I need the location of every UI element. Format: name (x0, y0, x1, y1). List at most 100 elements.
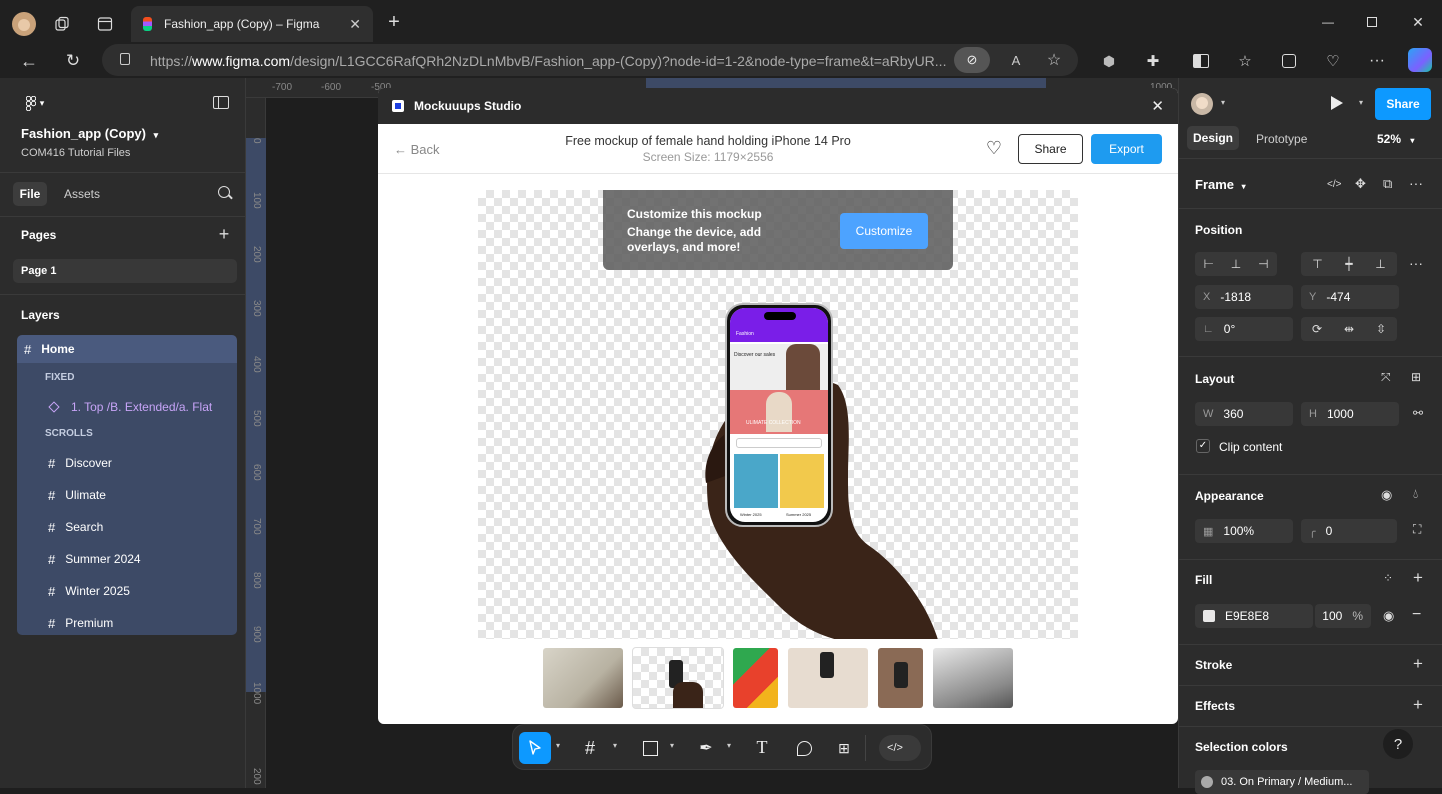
actions-tool-icon[interactable]: ⊞ (833, 737, 855, 759)
height-field[interactable]: H 1000 (1301, 402, 1399, 426)
text-tool-icon[interactable]: T (751, 736, 773, 758)
component-icon[interactable]: ✥ (1355, 176, 1366, 192)
close-tab-icon[interactable]: ✕ (349, 16, 361, 33)
layer-row-home[interactable]: # Home (17, 335, 237, 363)
chevron-down-icon[interactable]: ▾ (670, 741, 674, 750)
read-aloud-icon[interactable]: A (1006, 50, 1026, 70)
close-modal-icon[interactable]: ✕ (1151, 97, 1164, 115)
share-mockup-button[interactable]: Share (1018, 134, 1083, 164)
mockup-thumbnail-1[interactable] (543, 648, 623, 708)
layer-row-search[interactable]: # Search (17, 511, 237, 543)
file-name[interactable]: Fashion_app (Copy) ▾ (21, 126, 158, 141)
visibility-eye-icon[interactable]: ◉ (1381, 487, 1392, 503)
figma-menu-icon[interactable]: ▾ (20, 94, 50, 112)
tab-file[interactable]: File (13, 182, 47, 206)
opacity-field[interactable]: ▦ 100% (1195, 519, 1293, 543)
move-tool-icon[interactable] (519, 732, 551, 764)
comment-tool-icon[interactable] (793, 737, 815, 759)
frame-type-selector[interactable]: Frame ▾ (1195, 177, 1246, 192)
styles-grid-icon[interactable]: ⁘ (1383, 571, 1393, 585)
transform-group[interactable]: ⟳ ⇹ ⇳ (1301, 317, 1397, 341)
chevron-down-icon[interactable]: ▾ (613, 741, 617, 750)
url-field[interactable]: https://www.figma.com/design/L1GCC6RafQR… (102, 44, 1078, 76)
collections-icon[interactable] (1278, 50, 1300, 72)
rotate-icon[interactable]: ⟳ (1312, 322, 1322, 336)
remove-fill-icon[interactable]: − (1412, 606, 1421, 624)
flip-vertical-icon[interactable]: ⇳ (1376, 322, 1386, 336)
present-play-icon[interactable] (1331, 96, 1343, 110)
add-effect-icon[interactable]: + (1413, 695, 1423, 715)
extension-shield-icon[interactable]: ⬢ (1098, 50, 1120, 72)
add-fill-icon[interactable]: + (1413, 568, 1423, 588)
tab-prototype[interactable]: Prototype (1256, 132, 1307, 146)
user-avatar[interactable] (1191, 93, 1213, 115)
auto-layout-icon[interactable]: ⊞ (1411, 370, 1421, 384)
align-center-h-icon[interactable]: ⊥ (1231, 257, 1241, 271)
back-link[interactable]: ← Back (394, 142, 440, 157)
share-button[interactable]: Share (1375, 88, 1431, 120)
tab-actions-icon[interactable] (95, 14, 115, 34)
back-arrow-icon[interactable]: ← (18, 50, 40, 72)
frame-tool-icon[interactable]: # (579, 737, 601, 759)
browser-essentials-icon[interactable]: ♡ (1322, 50, 1344, 72)
profile-avatar[interactable] (12, 12, 36, 36)
mockup-thumbnail-6[interactable] (933, 648, 1013, 708)
refresh-icon[interactable]: ↻ (62, 50, 84, 72)
zoom-level[interactable]: 52% ▾ (1377, 132, 1414, 146)
add-page-icon[interactable]: + (216, 224, 232, 244)
export-button[interactable]: Export (1091, 134, 1162, 164)
resize-to-fit-icon[interactable]: ⤧ (1381, 370, 1391, 385)
page-item[interactable]: Page 1 (13, 259, 237, 283)
extensions-puzzle-icon[interactable]: ✚ (1142, 50, 1164, 72)
layer-row-premium[interactable]: # Premium (17, 607, 237, 639)
align-horizontal-group[interactable]: ⊢ ⊥ ⊣ (1195, 252, 1277, 276)
split-screen-icon[interactable] (1190, 50, 1212, 72)
align-vertical-group[interactable]: ⊤ ┿ ⊥ (1301, 252, 1397, 276)
add-stroke-icon[interactable]: + (1413, 654, 1423, 674)
workspaces-icon[interactable] (52, 14, 72, 34)
new-tab-icon[interactable]: + (384, 11, 404, 33)
flip-horizontal-icon[interactable]: ⇹ (1344, 322, 1354, 336)
rotation-field[interactable]: ∟ 0° (1195, 317, 1293, 341)
align-top-icon[interactable]: ⊤ (1312, 257, 1322, 271)
layer-row-summer-2024[interactable]: # Summer 2024 (17, 543, 237, 575)
x-position-field[interactable]: X -1818 (1195, 285, 1293, 309)
fill-opacity-field[interactable]: 100% (1315, 604, 1371, 628)
chevron-down-icon[interactable]: ▾ (727, 741, 731, 750)
favorite-star-icon[interactable]: ☆ (1044, 50, 1064, 70)
maximize-icon[interactable] (1362, 12, 1382, 32)
tab-assets[interactable]: Assets (64, 187, 100, 201)
chevron-down-icon[interactable]: ▾ (1221, 98, 1225, 107)
close-window-icon[interactable]: ✕ (1408, 12, 1428, 32)
layer-row-winter-2025[interactable]: # Winter 2025 (17, 575, 237, 607)
tracking-prevention-icon[interactable]: ⊘ (954, 47, 990, 73)
blend-mode-icon[interactable]: 💧︎ (1413, 486, 1418, 502)
constrain-proportions-icon[interactable]: ⚯ (1413, 406, 1423, 420)
fill-color-field[interactable]: E9E8E8 (1195, 604, 1313, 628)
selection-color-row[interactable]: 03. On Primary / Medium... (1195, 770, 1369, 794)
corner-radius-field[interactable]: ╭ 0 (1301, 519, 1397, 543)
fill-visibility-eye-icon[interactable]: ◉ (1383, 608, 1394, 624)
clip-content-checkbox[interactable]: ✓ (1196, 439, 1210, 453)
independent-corners-icon[interactable]: ⛶ (1413, 522, 1421, 537)
mockup-thumbnail-2[interactable] (632, 647, 724, 709)
rectangle-tool-icon[interactable] (643, 741, 658, 756)
chevron-down-icon[interactable]: ▾ (1359, 98, 1363, 107)
align-left-icon[interactable]: ⊢ (1203, 257, 1213, 271)
mockup-thumbnail-5[interactable] (878, 648, 923, 708)
search-icon[interactable] (218, 186, 233, 200)
layer-row-ulimate[interactable]: # Ulimate (17, 479, 237, 511)
pen-tool-icon[interactable]: ✒ (695, 737, 717, 759)
help-icon[interactable]: ? (1383, 729, 1413, 759)
mockup-thumbnail-4[interactable] (788, 648, 868, 708)
tab-design[interactable]: Design (1187, 126, 1239, 150)
code-icon[interactable]: </> (1327, 179, 1341, 190)
align-center-v-icon[interactable]: ┿ (1345, 257, 1352, 271)
toggle-sidebar-icon[interactable] (213, 96, 229, 109)
width-field[interactable]: W 360 (1195, 402, 1293, 426)
copilot-icon[interactable] (1408, 48, 1432, 72)
fill-swatch[interactable] (1203, 610, 1215, 622)
boolean-icon[interactable]: ⧉ (1383, 176, 1392, 192)
align-bottom-icon[interactable]: ⊥ (1375, 257, 1385, 271)
layer-row-discover[interactable]: # Discover (17, 447, 237, 479)
